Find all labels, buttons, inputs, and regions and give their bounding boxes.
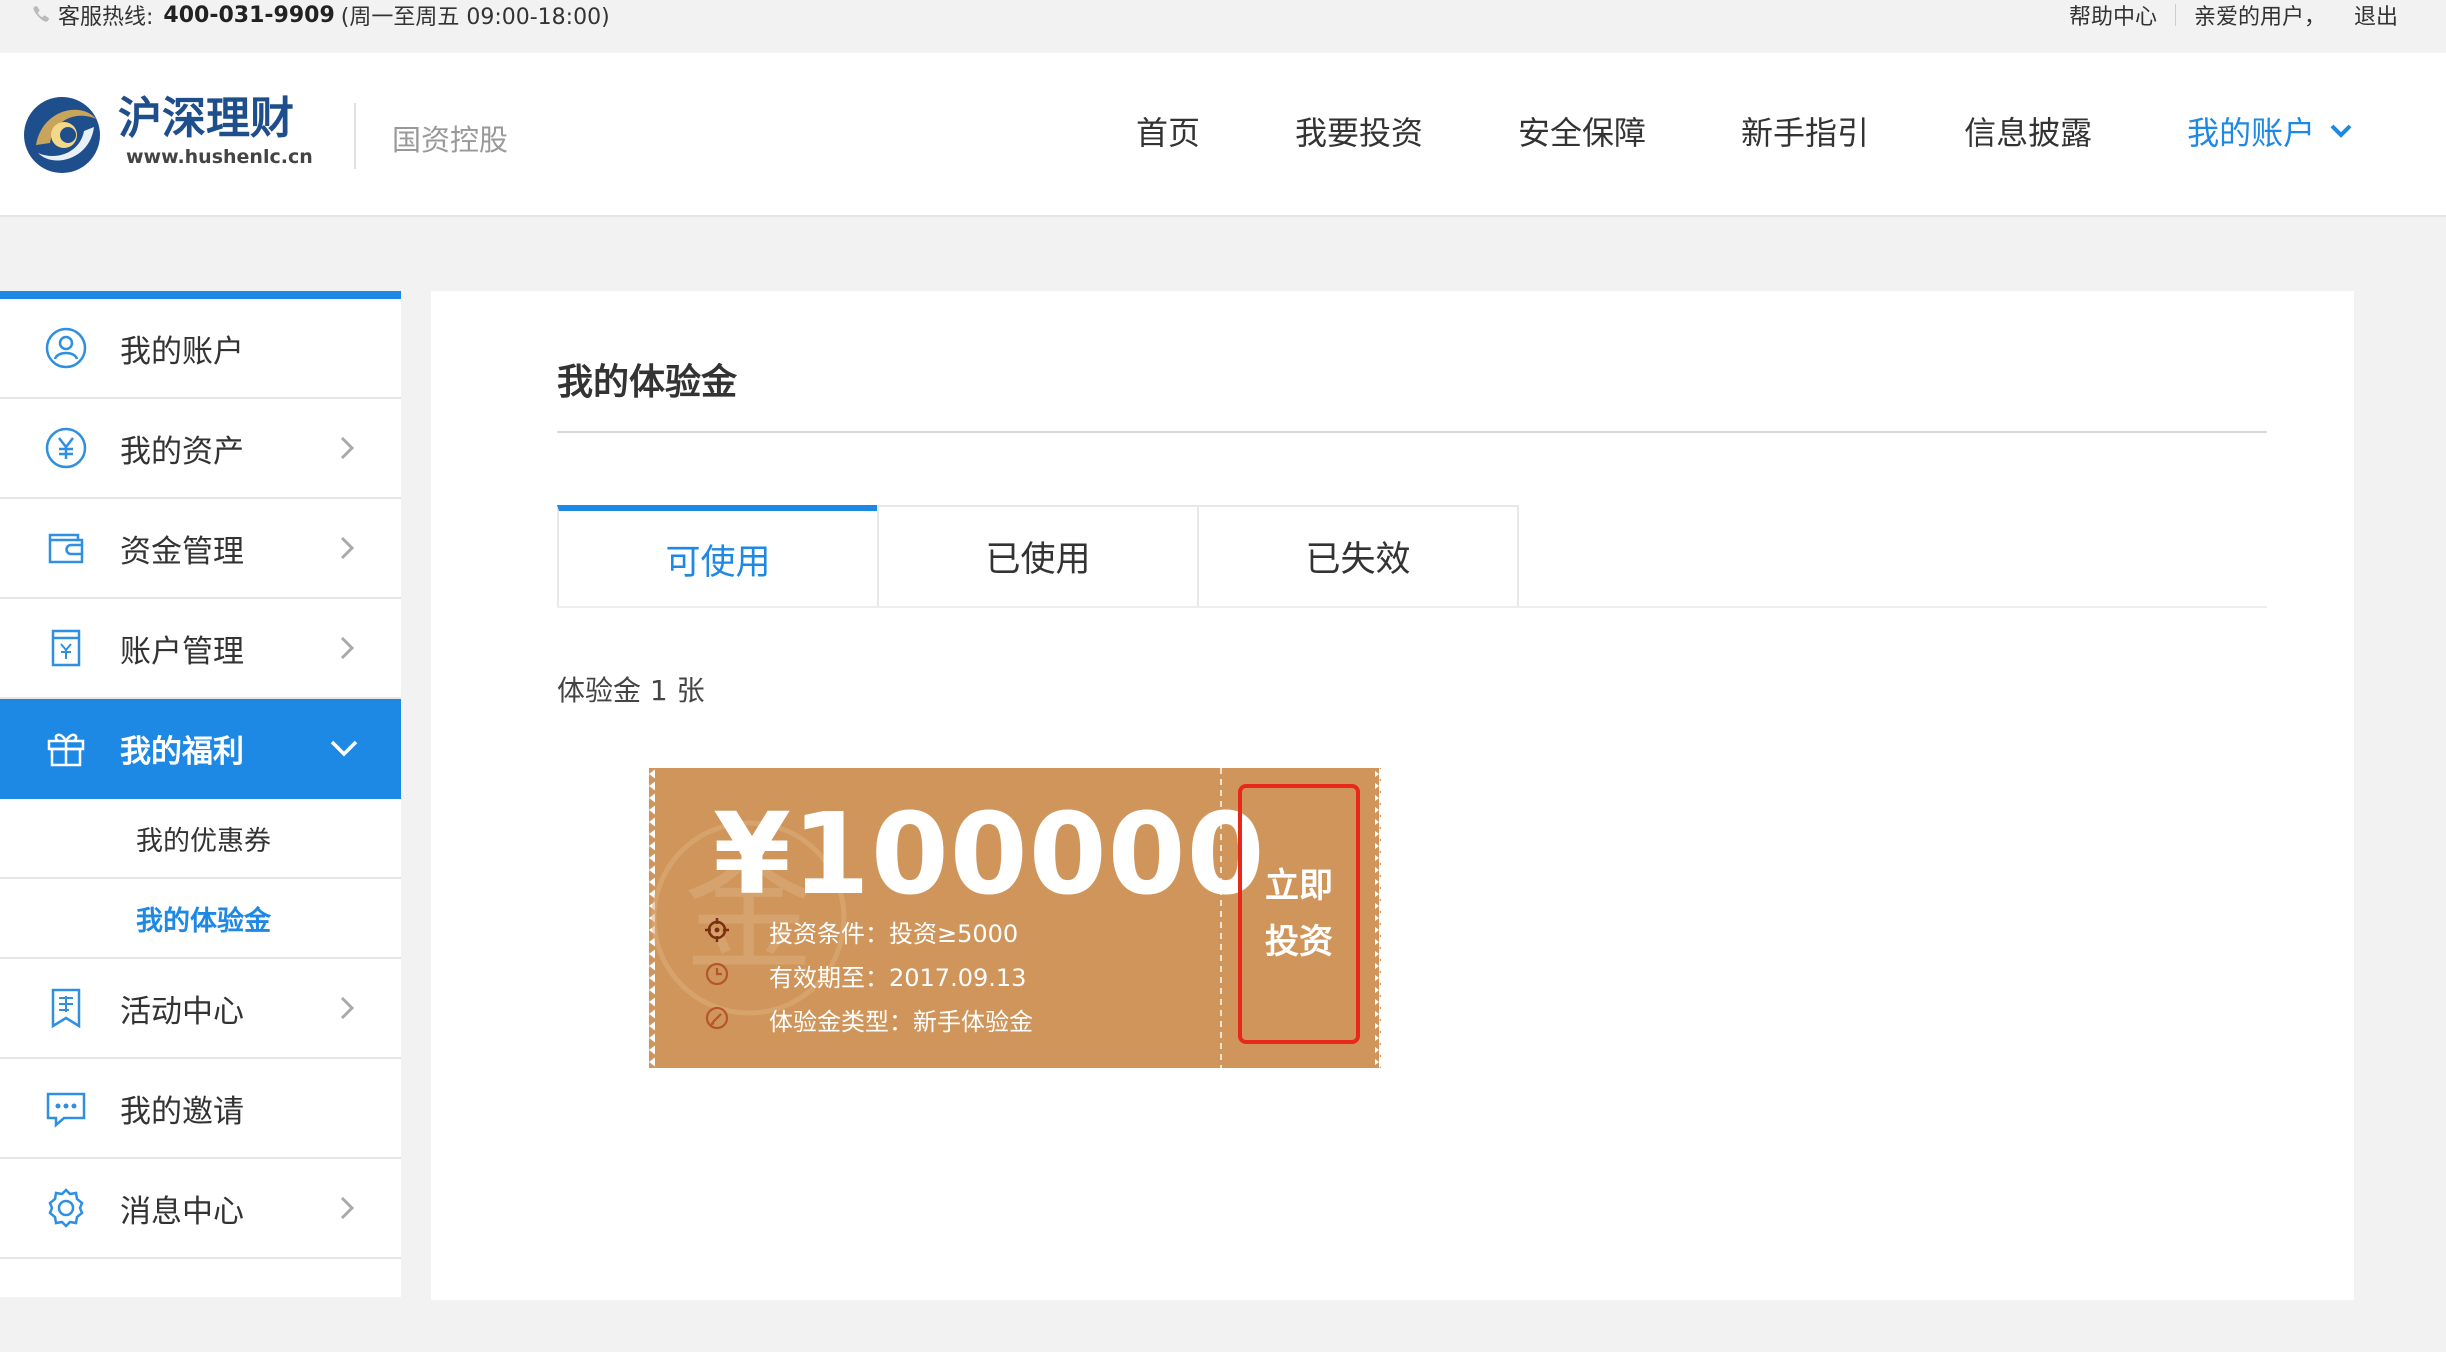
logo-subtitle: 国资控股 <box>392 123 509 157</box>
trial-fund-voucher: 金 ¥100000 投资条件：投资≥5000 有效期至：2017.09.13 体… <box>649 768 1381 1068</box>
chevron-right-icon <box>340 436 355 460</box>
hotline: 客服热线: 400-031-9909 (周一至周五 09:00-18:00) <box>30 0 610 30</box>
logo[interactable]: 沪深理财 www.hushenlc.cn <box>24 87 324 183</box>
top-links: 帮助中心 亲爱的用户， 退出 <box>2069 0 2398 30</box>
logo-icon: 沪深理财 www.hushenlc.cn <box>24 93 313 173</box>
site-header: 沪深理财 www.hushenlc.cn 国资控股 首页 我要投资 安全保障 新… <box>0 53 2446 217</box>
gear-icon <box>48 1188 84 1228</box>
chevron-right-icon <box>340 636 355 660</box>
invitation-bookmark-icon <box>51 988 81 1029</box>
sidebar-subitem-label: 我的体验金 <box>136 905 271 937</box>
sidebar: 我的账户 我的资产 资金管理 账户管理 我的福利 我的优惠券 我的体验金 活动中… <box>0 291 401 1297</box>
chat-bubble-icon <box>46 1092 86 1128</box>
hotline-label: 客服热线: <box>58 5 154 30</box>
sidebar-item-activity-center[interactable]: 活动中心 <box>0 959 401 1059</box>
tab-available[interactable]: 可使用 <box>557 505 879 608</box>
sidebar-item-label: 消息中心 <box>120 1193 244 1230</box>
sidebar-item-my-account[interactable]: 我的账户 <box>0 299 401 399</box>
sidebar-item-label: 我的账户 <box>120 333 244 370</box>
sidebar-item-my-invitations[interactable]: 我的邀请 <box>0 1059 401 1159</box>
main-panel: 我的体验金 可使用 已使用 已失效 体验金 1 张 金 ¥100000 投资条件… <box>431 291 2354 1300</box>
yen-circle-icon <box>45 427 87 469</box>
status-tabs: 可使用 已使用 已失效 <box>557 505 1519 608</box>
chevron-right-icon <box>340 1196 355 1220</box>
nav-security[interactable]: 安全保障 <box>1518 108 1646 154</box>
nav-my-account-label: 我的账户 <box>2187 114 2316 152</box>
chevron-down-icon <box>330 740 358 757</box>
trial-fund-count: 体验金 1 张 <box>557 674 705 707</box>
nav-disclosure[interactable]: 信息披露 <box>1964 108 2092 154</box>
clock-icon <box>705 962 729 986</box>
voucher-amount: ¥100000 <box>713 790 1266 920</box>
voucher-expiry: 有效期至：2017.09.13 <box>769 964 1027 992</box>
hotline-number: 400-031-9909 <box>163 2 335 28</box>
sidebar-subitem-coupons[interactable]: 我的优惠券 <box>0 799 401 879</box>
nav-my-account[interactable]: 我的账户 <box>2187 108 2353 154</box>
chevron-right-icon <box>340 536 355 560</box>
invest-now-label-line2: 投资 <box>1265 922 1333 962</box>
sidebar-item-label: 活动中心 <box>120 993 244 1030</box>
yen-document-icon <box>51 629 81 667</box>
divider <box>557 606 2267 608</box>
voucher-condition: 投资条件：投资≥5000 <box>769 920 1019 948</box>
logout-link[interactable]: 退出 <box>2354 0 2398 31</box>
wallet-icon <box>48 533 84 564</box>
sidebar-item-label: 我的福利 <box>120 733 244 770</box>
logo-url: www.hushenlc.cn <box>126 146 313 168</box>
sidebar-item-label: 资金管理 <box>120 533 244 570</box>
chevron-down-icon <box>2330 124 2352 138</box>
sidebar-subitem-label: 我的优惠券 <box>136 825 271 857</box>
nav-home[interactable]: 首页 <box>1136 108 1200 154</box>
greeting-text: 亲爱的用户， <box>2193 5 2326 30</box>
sidebar-item-message-center[interactable]: 消息中心 <box>0 1159 401 1259</box>
sidebar-item-my-assets[interactable]: 我的资产 <box>0 399 401 499</box>
sidebar-item-account-management[interactable]: 账户管理 <box>0 599 401 699</box>
sidebar-subitem-trial-funds[interactable]: 我的体验金 <box>0 879 401 959</box>
sidebar-item-label: 我的邀请 <box>120 1093 244 1130</box>
nav-guide[interactable]: 新手指引 <box>1741 108 1869 154</box>
logo-divider <box>354 103 356 169</box>
main-nav: 首页 我要投资 安全保障 新手指引 信息披露 我的账户 <box>1136 108 2353 154</box>
page-title: 我的体验金 <box>557 362 738 403</box>
sidebar-item-label: 账户管理 <box>120 633 244 670</box>
top-bar: 客服热线: 400-031-9909 (周一至周五 09:00-18:00) 帮… <box>0 0 2446 53</box>
tab-used[interactable]: 已使用 <box>877 505 1199 608</box>
phone-icon <box>33 6 49 22</box>
nav-invest[interactable]: 我要投资 <box>1295 108 1423 154</box>
sidebar-item-fund-management[interactable]: 资金管理 <box>0 499 401 599</box>
help-center-link[interactable]: 帮助中心 <box>2069 0 2157 31</box>
invest-now-label-line1: 立即 <box>1265 866 1333 906</box>
sidebar-item-my-benefits[interactable]: 我的福利 <box>0 699 401 799</box>
hotline-hours: (周一至周五 09:00-18:00) <box>340 5 610 30</box>
divider <box>2174 4 2176 26</box>
tab-expired[interactable]: 已失效 <box>1197 505 1519 608</box>
divider <box>557 431 2267 433</box>
edit-icon <box>705 1006 729 1030</box>
chevron-right-icon <box>340 996 355 1020</box>
target-icon <box>705 918 729 942</box>
voucher-type: 体验金类型：新手体验金 <box>769 1008 1033 1036</box>
gift-icon <box>47 733 85 767</box>
invest-now-button[interactable]: 立即 投资 <box>1238 784 1360 1044</box>
logo-name: 沪深理财 <box>118 93 294 144</box>
user-circle-icon <box>45 327 87 369</box>
sidebar-item-label: 我的资产 <box>120 433 244 470</box>
